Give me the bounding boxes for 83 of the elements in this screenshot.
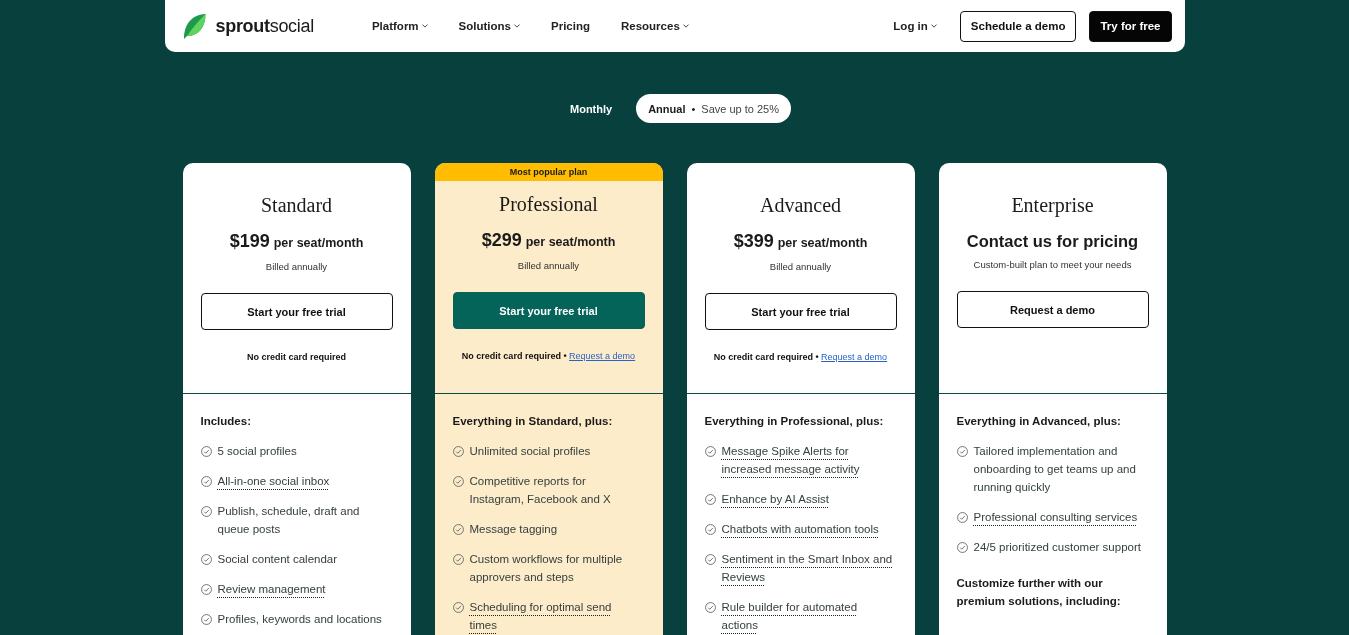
feature-text: Competitive reports for Instagram, Facebook and X [469,474,612,507]
feature-text: Publish, schedule, draft and queue posts [217,504,361,537]
plan-name: Professional [499,192,598,216]
billing-note: Billed annually [517,259,580,273]
features-heading: Everything in Professional, plus: [704,414,885,429]
check-circle-icon [704,446,716,457]
feature-text: 5 social profiles [217,444,297,459]
check-circle-icon [956,542,968,553]
feature-text[interactable]: Professional consulting services [973,508,1138,526]
brand-name[interactable]: sproutsocial [215,15,314,37]
check-circle-icon [704,524,716,535]
request-demo-link[interactable]: Request a demo [569,351,636,361]
schedule-demo-button[interactable]: Schedule a demo [959,10,1077,42]
caret-icon [421,24,428,28]
check-circle-icon [956,446,968,457]
check-circle-icon [200,476,212,487]
feature-text[interactable]: Rule builder for automated actions [721,598,893,634]
plan-name: Advanced [759,193,842,217]
plan-cta-button[interactable]: Start your free trial [704,293,897,330]
billing-note: Billed annually [769,260,832,274]
feature-text[interactable]: Sentiment in the Smart Inbox and Reviews [721,550,893,586]
nav-link[interactable]: Solutions [458,20,520,32]
features-heading: Includes: [200,414,252,429]
price-period: per seat/month [777,235,868,252]
check-circle-icon [200,506,212,517]
check-circle-icon [956,512,968,523]
plan-cta-button[interactable]: Start your free trial [452,292,645,329]
plan-name: Standard [260,193,333,217]
check-circle-icon [452,476,464,487]
billing-period-tab[interactable]: Monthly [558,94,625,123]
features-heading: Everything in Standard, plus: [452,414,614,429]
features-heading: Everything in Advanced, plus: [956,414,1122,429]
nav-link[interactable]: Resources [620,20,689,32]
feature-text: Unlimited social profiles [469,444,591,459]
caret-icon [682,24,689,28]
feature-text: Custom workflows for multiple approvers and steps [469,552,624,585]
feature-text[interactable]: All-in-one social inbox [217,472,330,490]
check-circle-icon [452,446,464,457]
check-circle-icon [200,614,212,625]
feature-text[interactable]: Review management [217,580,326,598]
features-subheading: Customize further with our premium solutions, including: [956,576,1122,609]
login-link[interactable]: Log in [893,20,937,32]
price-period: per seat/month [273,235,364,252]
caret-icon [514,24,520,28]
check-circle-icon [704,494,716,505]
feature-text: Message tagging [469,522,558,537]
check-circle-icon [200,584,212,595]
check-circle-icon [704,554,716,565]
trial-note: No credit card required [247,351,346,364]
billing-note: Billed annually [265,260,328,274]
trial-note: No credit card required • Request a demo [713,351,888,364]
nav-link[interactable]: Platform [371,20,428,32]
popular-plan-badge: Most popular plan [434,163,663,181]
price-period: per seat/month [525,234,616,251]
trial-note: No credit card required • Request a demo [461,350,636,363]
price-amount: $299 [481,229,522,252]
feature-text[interactable]: Message Spike Alerts for increased message activity [721,442,893,478]
caret-icon [930,24,937,28]
leaf-logo-icon[interactable] [182,12,206,40]
price-amount: $399 [733,230,774,253]
request-demo-link[interactable]: Request a demo [821,352,888,362]
feature-text: Profiles, keywords and locations [217,612,382,627]
price-amount: $199 [229,230,270,253]
pricing-heading: Contact us for pricing [966,231,1139,252]
billing-note: Custom-built plan to meet your needs [973,258,1132,272]
feature-text[interactable]: Chatbots with automation tools [721,520,879,538]
nav-link[interactable]: Pricing [551,20,590,32]
check-circle-icon [452,602,464,613]
try-free-button[interactable]: Try for free [1089,10,1172,42]
billing-period-tab[interactable]: Annual • Save up to 25% [636,94,791,123]
feature-text: 24/5 prioritized customer support [973,540,1141,555]
feature-text: Tailored implementation and onboarding to get teams up and running quickly [973,444,1137,495]
feature-text[interactable]: Enhance by AI Assist [721,490,829,508]
check-circle-icon [452,554,464,565]
plan-cta-button[interactable]: Start your free trial [200,293,393,330]
check-circle-icon [704,602,716,613]
feature-text[interactable]: Scheduling for optimal send times [469,598,641,634]
check-circle-icon [200,554,212,565]
check-circle-icon [452,524,464,535]
plan-name: Enterprise [1011,193,1094,217]
plan-cta-button[interactable]: Request a demo [956,291,1149,328]
feature-text: Social content calendar [217,552,338,567]
check-circle-icon [200,446,212,457]
